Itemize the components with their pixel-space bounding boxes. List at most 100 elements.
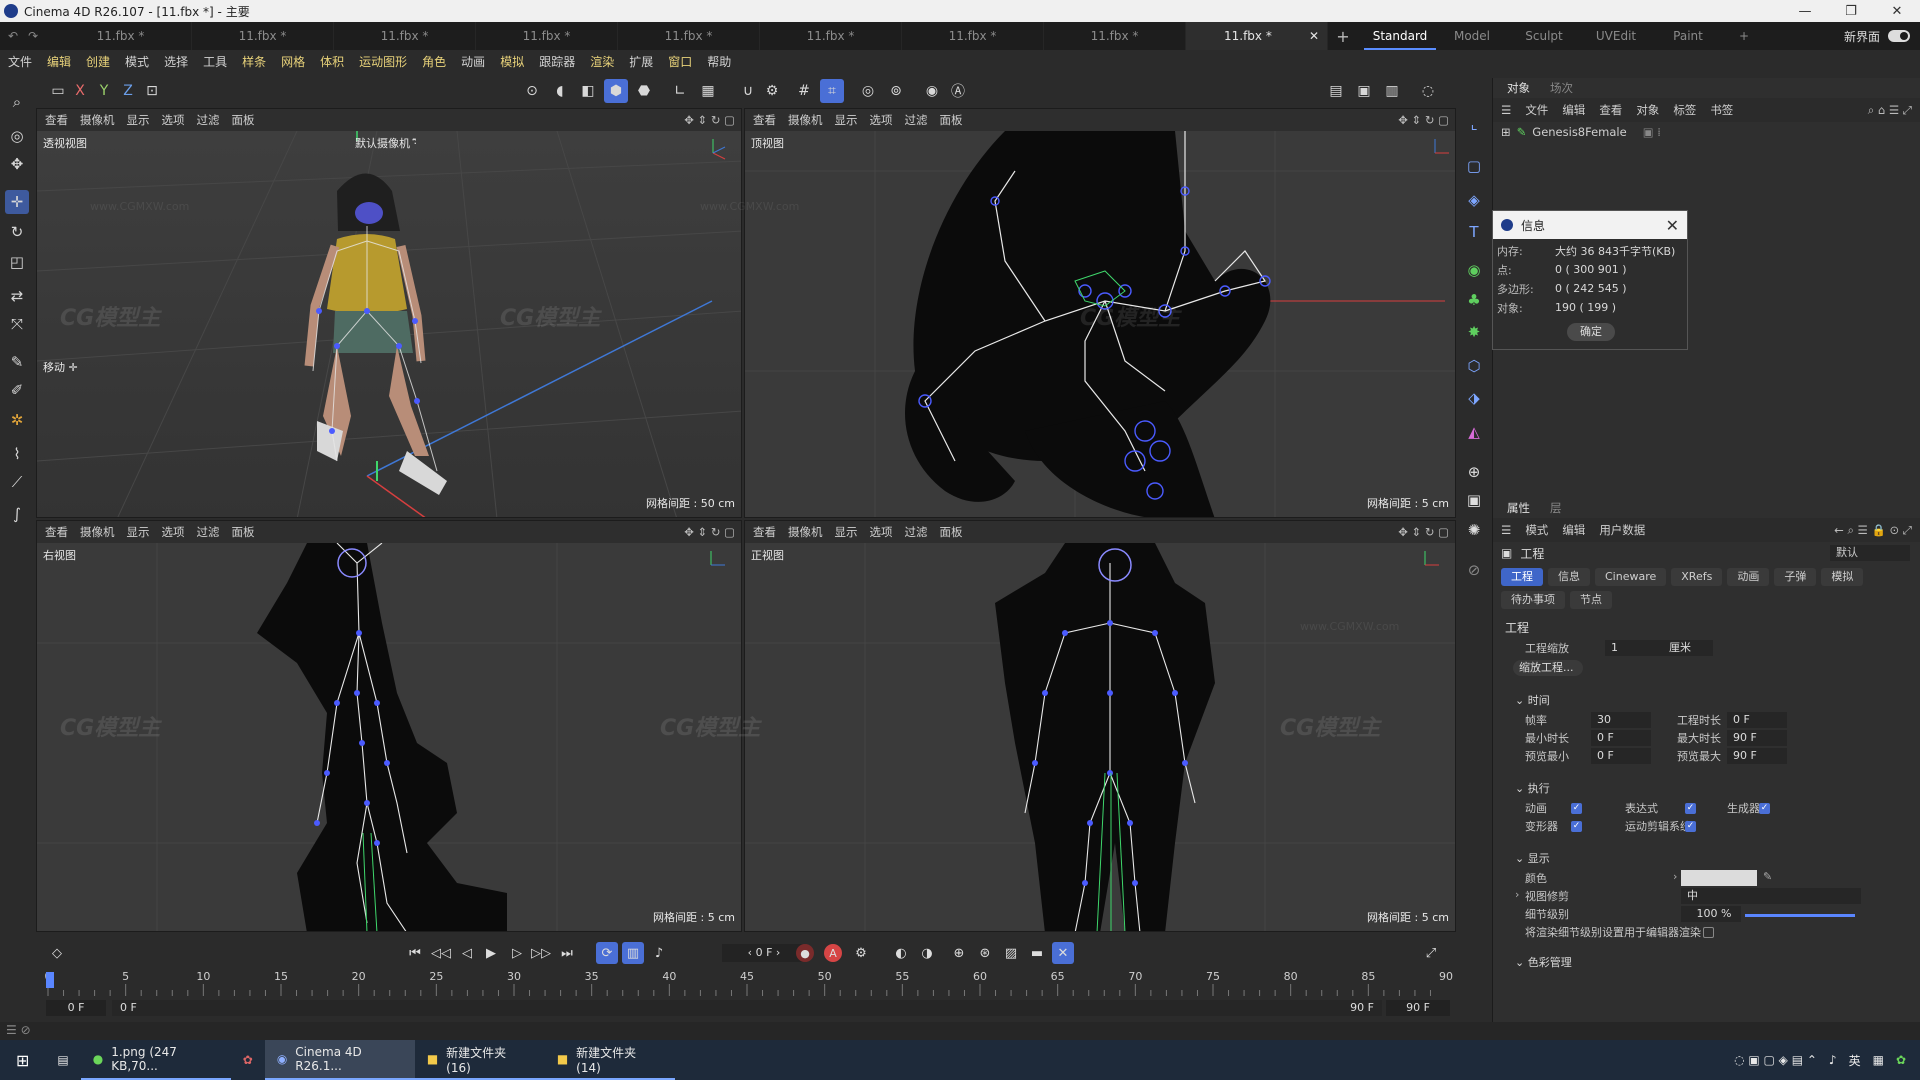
preview-min-field[interactable]: 0 F [1591,748,1651,764]
keyboard-icon[interactable]: ▦ [1873,1053,1884,1067]
vp-menu-display[interactable]: 显示 [127,524,150,540]
lod-slider[interactable] [1745,914,1855,917]
generator-icon[interactable]: ◉ [1462,258,1486,282]
project-scale-unit[interactable]: 厘米 [1663,640,1713,656]
start-button[interactable]: ⊞ [0,1040,45,1080]
vp-menu-cameras[interactable]: 摄像机 [80,524,115,540]
vp-menu-display[interactable]: 显示 [835,524,858,540]
vp-nav-icons[interactable]: ✥ ⇕ ↻ ▢ [1398,113,1449,127]
menu-file[interactable]: 文件 [8,53,32,70]
vp-menu-filter[interactable]: 过滤 [905,524,928,540]
new-ui-toggle[interactable] [1888,30,1910,42]
render-settings-icon[interactable]: ▥ [1380,79,1404,103]
am-menu-mode[interactable]: 模式 [1525,522,1548,538]
viewport-front[interactable]: 查看 摄像机 显示 选项 过滤 面板 ✥ ⇕ ↻ ▢ 正视图 网格间距: 5 … [744,520,1456,932]
vp-menu-view[interactable]: 查看 [753,112,776,128]
spline-sketch-icon[interactable]: ✐ [5,378,29,402]
key-interp-icon[interactable]: ▬ [1026,942,1048,964]
expand-arrow-icon[interactable]: › [1515,888,1519,901]
motion-system-checkbox[interactable]: ✓ [1685,821,1696,832]
tab-objects[interactable]: 对象 [1507,80,1530,96]
doc-tab[interactable]: 11.fbx * [50,22,192,50]
am-toolbar-icons[interactable]: ← ⌕ ☰ 🔒 ⊙ ⤢ [1834,523,1912,538]
ok-button[interactable]: 确定 [1567,323,1615,341]
om-menu-file[interactable]: 文件 [1525,102,1548,118]
fps-field[interactable]: 30 [1591,712,1651,728]
live-select-icon[interactable]: ◎ [5,124,29,148]
autokey-icon[interactable]: A [824,944,842,962]
taskbar-item[interactable]: ■ 新建文件夹 (16) [414,1040,545,1080]
tab-layers[interactable]: 层 [1550,500,1562,516]
vp-menu-display[interactable]: 显示 [127,112,150,128]
layout-model[interactable]: Model [1436,22,1508,50]
preset-dropdown[interactable]: 默认 [1830,545,1910,561]
taskbar-item[interactable]: ◉ Cinema 4D R26.1... [264,1040,415,1080]
scale-project-button[interactable]: 缩放工程... [1513,660,1583,676]
doc-tab[interactable]: 11.fbx * [476,22,618,50]
om-menu-tags[interactable]: 标签 [1673,102,1696,118]
vp-menu-options[interactable]: 选项 [162,112,185,128]
mograph-cloner-icon[interactable]: ♣ [1462,288,1486,312]
key-position-icon[interactable]: ◐ [890,942,912,964]
redo-icon[interactable]: ↷ [28,29,38,43]
view-clipping-dropdown[interactable]: 中 [1681,888,1861,904]
om-menu-bookmarks[interactable]: 书签 [1710,102,1733,118]
task-view-button[interactable]: ▤ [45,1040,80,1080]
undo-view-icon[interactable]: ▭ [46,79,70,103]
doc-tab[interactable]: 11.fbx * [902,22,1044,50]
menu-create[interactable]: 创建 [86,53,110,70]
subtab-project[interactable]: 工程 [1501,568,1543,586]
subtab-todo[interactable]: 待办事项 [1501,591,1565,609]
menu-help[interactable]: 帮助 [707,53,731,70]
next-key-icon[interactable]: ▷▷ [530,942,552,964]
tab-attributes[interactable]: 属性 [1507,500,1530,516]
vp-menu-display[interactable]: 显示 [835,112,858,128]
doc-tab[interactable]: 11.fbx * [334,22,476,50]
paint-tool-icon[interactable]: ✲ [5,408,29,432]
expressions-checkbox[interactable]: ✓ [1685,803,1696,814]
prev-key-icon[interactable]: ◁◁ [430,942,452,964]
subtab-xrefs[interactable]: XRefs [1671,568,1723,586]
field-icon[interactable]: ⬗ [1462,386,1486,410]
prev-frame-icon[interactable]: ◁ [456,942,478,964]
goto-end-icon[interactable]: ⏭ [556,942,578,964]
polygons-mode-icon[interactable]: ◧ [576,79,600,103]
key-param-icon[interactable]: ⊛ [974,942,996,964]
generators-checkbox[interactable]: ✓ [1759,803,1770,814]
key-pla-icon[interactable]: ▨ [1000,942,1022,964]
doc-tab[interactable]: 11.fbx * [1044,22,1186,50]
doc-tab[interactable]: 11.fbx * [760,22,902,50]
subtab-animation[interactable]: 动画 [1727,568,1770,586]
menu-mode[interactable]: 模式 [125,53,149,70]
texture-mode-icon[interactable]: ▦ [696,79,720,103]
next-frame-icon[interactable]: ▷ [506,942,528,964]
knife-tool-icon[interactable]: ⟋ [5,470,29,494]
group-color-management[interactable]: ⌄ 色彩管理 [1493,950,1920,974]
taskbar-app[interactable]: ✿ [231,1040,265,1080]
cloud-icon[interactable]: ◌ [1416,79,1440,103]
subtab-bullet[interactable]: 子弹 [1774,568,1817,586]
key-scale-icon[interactable]: ⊕ [948,942,970,964]
effector-icon[interactable]: ✸ [1462,320,1486,344]
vp-menu-view[interactable]: 查看 [45,524,68,540]
am-menu-userdata[interactable]: 用户数据 [1599,522,1645,538]
subtab-nodes[interactable]: 节点 [1570,591,1612,609]
deformers-checkbox[interactable]: ✓ [1571,821,1582,832]
spline-pen-icon[interactable]: ✎ [5,350,29,374]
play-icon[interactable]: ▶ [480,942,502,964]
menu-edit[interactable]: 编辑 [47,53,71,70]
key-settings-icon[interactable]: ⚙ [850,942,872,964]
null-object-icon[interactable]: ▢ [1462,154,1486,178]
close-window-button[interactable]: ✕ [1874,0,1920,22]
vp-nav-icons[interactable]: ✥ ⇕ ↻ ▢ [684,113,735,127]
animation-checkbox[interactable]: ✓ [1571,803,1582,814]
vp-menu-panel[interactable]: 面板 [940,112,963,128]
preview-max-field[interactable]: 90 F [1727,748,1787,764]
close-tab-icon[interactable]: ✕ [1309,29,1319,43]
vp-menu-panel[interactable]: 面板 [232,524,255,540]
taskbar-item[interactable]: ● 1.png (247 KB,70... [80,1040,231,1080]
transform-tool-icon[interactable]: ⤧ [5,312,29,336]
viewport-right[interactable]: 查看 摄像机 显示 选项 过滤 面板 ✥ ⇕ ↻ ▢ 右视图 网格间距: 5 … [36,520,742,932]
vp-menu-cameras[interactable]: 摄像机 [788,112,823,128]
om-menu-object[interactable]: 对象 [1636,102,1659,118]
